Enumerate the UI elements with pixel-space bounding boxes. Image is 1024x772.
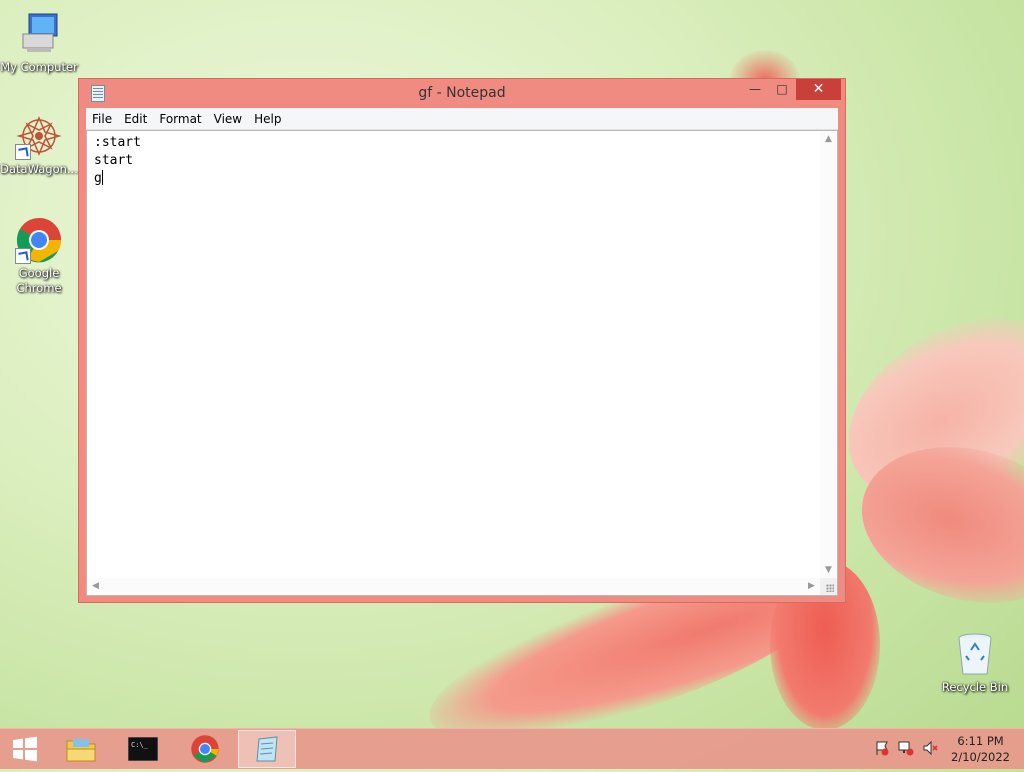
clock-date: 2/10/2022 xyxy=(951,750,1010,764)
close-button[interactable]: ✕ xyxy=(796,79,841,100)
menu-file[interactable]: File xyxy=(86,109,118,130)
resize-grip[interactable] xyxy=(820,578,837,595)
network-icon[interactable] xyxy=(898,740,914,760)
svg-text:C:\_: C:\_ xyxy=(131,741,149,749)
recycle-bin-icon xyxy=(951,630,999,678)
vertical-scrollbar[interactable]: ▲ ▼ xyxy=(820,131,837,579)
folder-icon xyxy=(66,739,96,762)
notepad-icon xyxy=(256,736,278,762)
scroll-down-arrow-icon[interactable]: ▼ xyxy=(820,562,837,579)
volume-muted-icon[interactable] xyxy=(922,740,938,760)
minimize-button[interactable]: — xyxy=(742,79,768,100)
desktop-icon-label: My Computer xyxy=(0,60,78,74)
desktop-icon-recycle-bin[interactable]: Recycle Bin xyxy=(936,630,1014,695)
windows-logo-icon xyxy=(13,736,37,762)
scroll-up-arrow-icon[interactable]: ▲ xyxy=(820,131,837,148)
scroll-right-arrow-icon[interactable]: ▶ xyxy=(803,578,820,595)
menu-help[interactable]: Help xyxy=(248,109,287,130)
action-center-flag-icon[interactable] xyxy=(874,740,890,760)
window-title: gf - Notepad xyxy=(418,85,506,101)
command-prompt-icon: C:\_ xyxy=(128,737,158,761)
shortcut-arrow-icon xyxy=(15,144,31,160)
text-line: :start xyxy=(94,135,141,150)
maximize-button[interactable]: □ xyxy=(769,79,795,100)
menu-edit[interactable]: Edit xyxy=(118,109,153,130)
taskbar: C:\_ 6:11 PM 2/10/2022 xyxy=(0,728,1024,769)
system-clock[interactable]: 6:11 PM 2/10/2022 xyxy=(951,733,1010,765)
desktop-icon-label: Google Chrome xyxy=(16,266,62,295)
menu-bar: File Edit Format View Help xyxy=(86,108,838,130)
taskbar-notepad[interactable] xyxy=(238,730,296,768)
text-line: g xyxy=(94,171,102,186)
datawagon-icon xyxy=(15,112,63,160)
clock-time: 6:11 PM xyxy=(957,734,1004,748)
desktop-icon-label: Recycle Bin xyxy=(941,680,1009,694)
desktop-icon-my-computer[interactable]: My Computer xyxy=(0,10,78,75)
taskbar-command-prompt[interactable]: C:\_ xyxy=(114,730,172,768)
editor-text[interactable]: :start start g xyxy=(94,134,141,188)
shortcut-arrow-icon xyxy=(15,248,31,264)
text-line: start xyxy=(94,153,134,168)
horizontal-scrollbar[interactable]: ◀ ▶ xyxy=(87,578,820,595)
menu-view[interactable]: View xyxy=(208,109,248,130)
chrome-icon xyxy=(191,735,219,763)
taskbar-google-chrome[interactable] xyxy=(176,730,234,768)
text-editor[interactable]: :start start g ▲ ▼ ◀ ▶ xyxy=(86,130,838,596)
desktop-icon-label: DataWagon... xyxy=(0,162,78,176)
scroll-left-arrow-icon[interactable]: ◀ xyxy=(87,578,104,595)
text-caret xyxy=(101,170,103,185)
title-bar[interactable]: gf - Notepad — □ ✕ xyxy=(79,79,845,107)
desktop-icon-datawagon[interactable]: DataWagon... xyxy=(0,112,78,177)
menu-format[interactable]: Format xyxy=(153,109,207,130)
computer-icon xyxy=(15,10,63,58)
start-button[interactable] xyxy=(0,730,50,768)
desktop-icon-google-chrome[interactable]: Google Chrome xyxy=(0,216,78,296)
taskbar-file-explorer[interactable] xyxy=(52,730,110,768)
notepad-window[interactable]: gf - Notepad — □ ✕ File Edit Format View Hel… xyxy=(78,78,846,603)
chrome-icon xyxy=(15,216,63,264)
